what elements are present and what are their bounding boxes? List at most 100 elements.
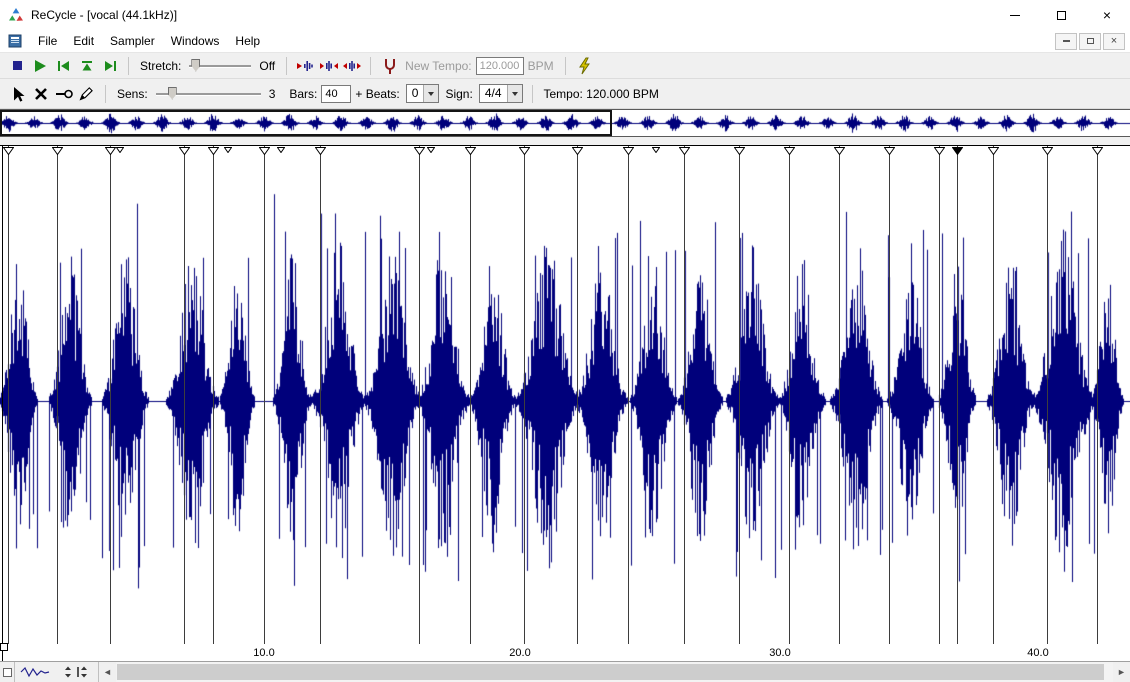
separator xyxy=(370,57,371,75)
transport-toolbar: Stretch: Off New Tempo: BPM xyxy=(0,53,1130,79)
separator xyxy=(532,85,533,103)
window-title: ReCycle - [vocal (44.1kHz)] xyxy=(31,8,177,22)
go-to-start-icon xyxy=(56,60,72,72)
chevron-down-icon[interactable] xyxy=(507,85,522,102)
scrollbar-track[interactable] xyxy=(116,662,1113,682)
mdi-restore-button[interactable] xyxy=(1079,33,1101,50)
spacer xyxy=(0,137,1130,145)
wave-arrows-out-button[interactable] xyxy=(340,55,363,77)
arrow-cursor-icon xyxy=(10,86,26,102)
stretch-slider-thumb[interactable] xyxy=(191,59,200,72)
separator xyxy=(286,57,287,75)
stretch-slider[interactable] xyxy=(189,59,251,73)
sens-slider-thumb[interactable] xyxy=(168,87,177,100)
up-arrow-to-bar-icon xyxy=(80,60,94,72)
menu-windows[interactable]: Windows xyxy=(163,31,228,51)
minimize-icon xyxy=(1010,15,1020,16)
magnifier-icon xyxy=(55,86,73,102)
tuning-fork-button[interactable] xyxy=(378,55,401,77)
go-to-end-button[interactable] xyxy=(98,55,121,77)
arrow-tool-button[interactable] xyxy=(6,83,29,105)
window-controls: × xyxy=(992,0,1130,30)
ruler-label: 30.0 xyxy=(769,647,790,659)
wave-arrow-right-icon xyxy=(296,58,316,74)
edit-toolbar: Sens: 3 Bars: + Beats: 0 Sign: 4/4 Tempo… xyxy=(0,79,1130,109)
corner-box xyxy=(0,662,15,682)
play-icon xyxy=(35,60,46,72)
minimize-button[interactable] xyxy=(992,0,1038,30)
new-tempo-label: New Tempo: xyxy=(405,59,471,73)
go-to-start-button[interactable] xyxy=(52,55,75,77)
corner-square-icon xyxy=(3,668,12,677)
beats-value: 0 xyxy=(407,85,424,102)
tempo-readout: Tempo: 120.000 BPM xyxy=(544,87,659,101)
stop-icon xyxy=(13,61,22,70)
document-icon[interactable] xyxy=(8,34,22,48)
wave-arrows-in-icon xyxy=(319,58,339,74)
separator xyxy=(565,57,566,75)
sens-slider[interactable] xyxy=(156,87,261,101)
waveform-area[interactable]: 10.0 20.0 30.0 40.0 xyxy=(0,145,1130,661)
bpm-label: BPM xyxy=(528,59,554,73)
loop-button[interactable] xyxy=(75,55,98,77)
scrollbar-thumb[interactable] xyxy=(117,664,1104,680)
stretch-value: Off xyxy=(259,59,275,73)
pencil-icon xyxy=(78,85,95,102)
menu-sampler[interactable]: Sampler xyxy=(102,31,163,51)
sign-label: Sign: xyxy=(445,87,472,101)
sens-label: Sens: xyxy=(117,87,148,101)
recycle-window: ReCycle - [vocal (44.1kHz)] × FileEditSa… xyxy=(0,0,1130,682)
bars-label: Bars: xyxy=(289,87,317,101)
menu-help[interactable]: Help xyxy=(227,31,268,51)
ruler-label: 10.0 xyxy=(253,647,274,659)
horizontal-scrollbar: ◄ ► xyxy=(0,661,1130,682)
zoom-wave-icon xyxy=(19,665,91,679)
scroll-right-button[interactable]: ► xyxy=(1113,662,1130,682)
beats-label: + Beats: xyxy=(355,87,399,101)
title-bar: ReCycle - [vocal (44.1kHz)] × xyxy=(0,0,1130,30)
menu-file[interactable]: File xyxy=(30,31,65,51)
zoom-tool-button[interactable] xyxy=(52,83,75,105)
menu-edit[interactable]: Edit xyxy=(65,31,102,51)
wave-arrows-out-icon xyxy=(342,58,362,74)
beats-select[interactable]: 0 xyxy=(406,84,440,103)
recycle-app-icon xyxy=(8,7,24,23)
stop-button[interactable] xyxy=(6,55,29,77)
maximize-button[interactable] xyxy=(1038,0,1084,30)
sign-select[interactable]: 4/4 xyxy=(479,84,523,103)
stretch-label: Stretch: xyxy=(140,59,181,73)
maximize-icon xyxy=(1057,11,1066,20)
x-icon xyxy=(33,86,49,102)
delete-marker-tool-button[interactable] xyxy=(29,83,52,105)
ruler-label-layer: 10.0 20.0 30.0 40.0 xyxy=(0,146,1130,661)
mdi-minimize-icon xyxy=(1063,40,1070,42)
mdi-minimize-button[interactable] xyxy=(1055,33,1077,50)
lightning-icon xyxy=(577,57,591,75)
sign-value: 4/4 xyxy=(480,85,507,102)
chevron-down-icon[interactable] xyxy=(423,85,438,102)
mdi-close-button[interactable]: × xyxy=(1103,33,1125,50)
ruler-label: 20.0 xyxy=(509,647,530,659)
overview-strip[interactable] xyxy=(0,109,1130,137)
left-boundary-handle[interactable] xyxy=(0,643,8,651)
mdi-window-controls: × xyxy=(1053,33,1125,50)
play-button[interactable] xyxy=(29,55,52,77)
left-boundary-line xyxy=(2,146,3,661)
ruler-label: 40.0 xyxy=(1027,647,1048,659)
menu-bar-items: FileEditSamplerWindowsHelp xyxy=(30,31,268,51)
go-to-end-icon xyxy=(102,60,118,72)
sens-value: 3 xyxy=(269,87,276,101)
preview-tempo-button[interactable] xyxy=(573,55,596,77)
menu-bar: FileEditSamplerWindowsHelp × xyxy=(0,30,1130,53)
zoom-widget[interactable] xyxy=(15,662,99,682)
separator xyxy=(128,57,129,75)
new-tempo-input[interactable] xyxy=(476,57,524,75)
pencil-tool-button[interactable] xyxy=(75,83,98,105)
close-button[interactable]: × xyxy=(1084,0,1130,30)
scroll-left-button[interactable]: ◄ xyxy=(99,662,116,682)
wave-arrow-right-button[interactable] xyxy=(294,55,317,77)
separator xyxy=(105,85,106,103)
overview-selection[interactable] xyxy=(0,110,612,136)
bars-input[interactable] xyxy=(321,85,351,103)
wave-arrows-in-button[interactable] xyxy=(317,55,340,77)
